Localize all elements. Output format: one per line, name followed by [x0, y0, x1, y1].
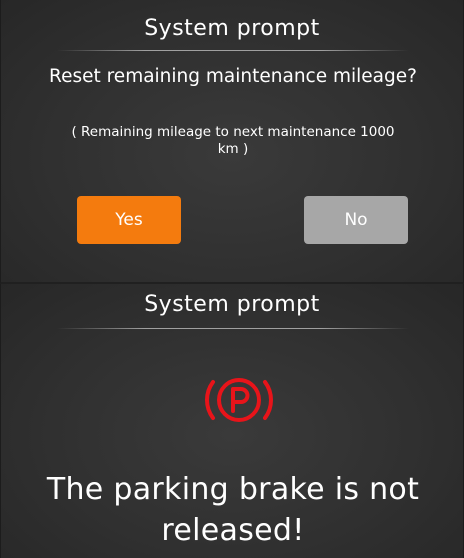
warning-message: The parking brake is not released!	[46, 472, 420, 548]
dialog-title: System prompt	[144, 16, 320, 41]
parking-brake-warning: System prompt The parking brake is not r…	[0, 284, 464, 558]
parking-brake-icon	[205, 378, 273, 422]
no-button[interactable]: No	[304, 196, 408, 244]
dialog-note: ( Remaining mileage to next maintenance …	[71, 124, 395, 157]
title-divider	[57, 50, 409, 51]
dialog-question: Reset remaining maintenance mileage?	[49, 66, 417, 87]
yes-button[interactable]: Yes	[77, 196, 181, 244]
warning-title: System prompt	[144, 292, 320, 317]
title-divider	[57, 328, 409, 329]
reset-maintenance-dialog: System prompt Reset remaining maintenanc…	[0, 0, 464, 284]
